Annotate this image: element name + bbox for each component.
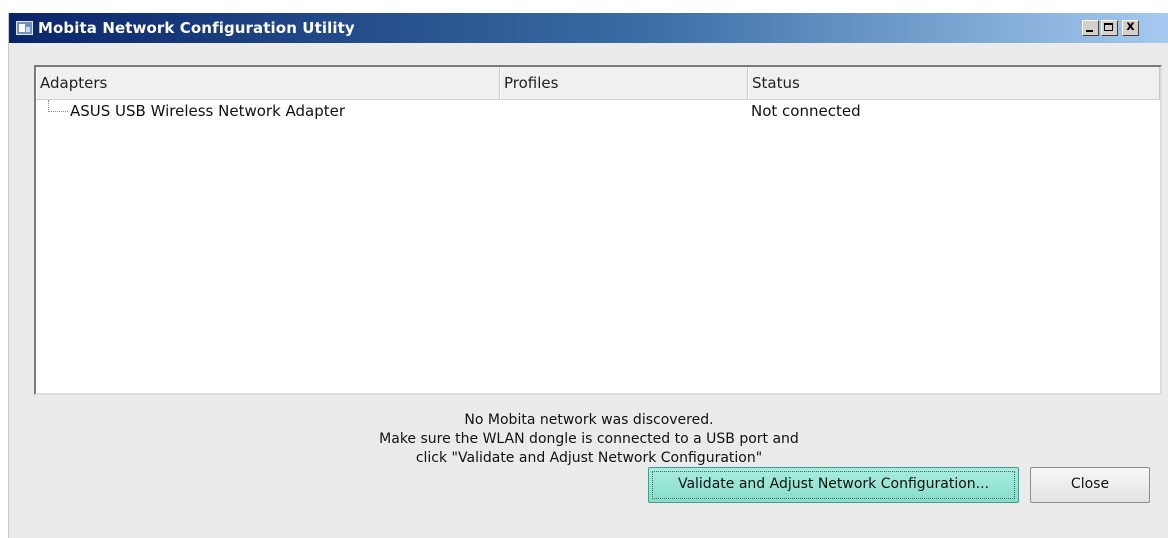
message-line-2: Make sure the WLAN dongle is connected t… [379,431,799,447]
tree-connector-icon [48,100,68,112]
message-line-3: click "Validate and Adjust Network Confi… [415,450,763,466]
list-item[interactable]: ASUS USB Wireless Network Adapter Not co… [36,100,1160,122]
validate-adjust-button[interactable]: Validate and Adjust Network Configuratio… [648,467,1019,503]
column-header-profiles[interactable]: Profiles [500,67,748,99]
title-bar[interactable]: Mobita Network Configuration Utility x [9,13,1168,43]
adapter-status: Not connected [751,102,861,120]
adapter-name: ASUS USB Wireless Network Adapter [70,102,346,120]
column-header-adapters[interactable]: Adapters [36,67,500,99]
focus-rectangle [652,471,1015,499]
app-window: Mobita Network Configuration Utility x A… [8,13,1168,538]
window-title: Mobita Network Configuration Utility [38,19,355,37]
list-header: Adapters Profiles Status [36,67,1160,100]
minimize-button[interactable] [1082,20,1099,36]
status-message: No Mobita network was discovered. Make s… [309,411,869,468]
message-line-1: No Mobita network was discovered. [464,412,714,428]
adapters-list[interactable]: Adapters Profiles Status ASUS USB Wirele… [34,65,1162,395]
close-button[interactable]: Close [1030,467,1150,503]
app-icon [16,21,33,35]
maximize-button[interactable] [1101,20,1118,36]
close-icon: x [1126,19,1135,34]
column-header-status[interactable]: Status [748,67,1160,99]
close-window-button[interactable]: x [1122,19,1139,36]
